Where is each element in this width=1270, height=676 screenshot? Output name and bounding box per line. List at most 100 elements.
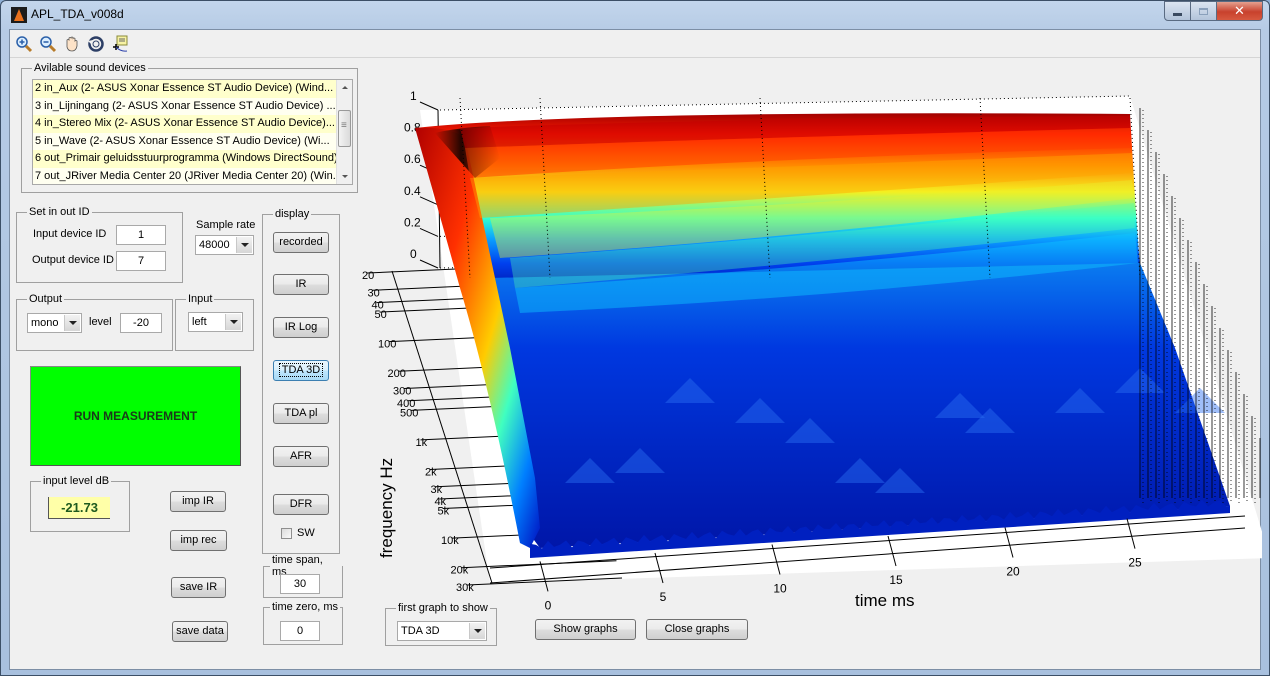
input-level-panel: input level dB -21.73 — [30, 475, 130, 532]
time-tick-label: 5 — [660, 590, 667, 604]
z-tick-label: 0.2 — [404, 215, 421, 229]
device-list-item[interactable]: 6 out_Primair geluidsstuurprogramma (Win… — [33, 150, 337, 168]
sound-devices-legend: Avilable sound devices — [34, 62, 146, 74]
chevron-down-icon — [236, 237, 252, 253]
zoom-in-button[interactable] — [14, 34, 34, 54]
display-tda-3d-button[interactable]: TDA 3D — [273, 360, 329, 381]
time-axis-label: time ms — [855, 591, 915, 610]
display-recorded-button[interactable]: recorded — [273, 232, 329, 253]
close-graphs-button[interactable]: Close graphs — [646, 619, 748, 640]
display-button-label: IR Log — [284, 321, 318, 333]
time-tick-label: 0 — [545, 598, 552, 610]
output-level-field[interactable]: -20 — [120, 313, 162, 333]
frequency-tick-label: 2k — [425, 466, 437, 478]
display-ir-button[interactable]: IR — [273, 274, 329, 295]
pan-button[interactable] — [62, 34, 82, 54]
close-button[interactable]: ✕ — [1217, 1, 1263, 21]
chevron-down-icon — [469, 623, 485, 639]
display-dfr-button[interactable]: DFR — [273, 494, 329, 515]
set-io-legend: Set in out ID — [29, 206, 90, 218]
frequency-tick-label: 200 — [387, 368, 405, 380]
frequency-tick-label: 300 — [393, 386, 411, 398]
input-channel-value: left — [192, 316, 207, 328]
run-measurement-label: RUN MEASUREMENT — [73, 409, 198, 423]
device-list-item[interactable]: 7 out_JRiver Media Center 20 (JRiver Med… — [33, 167, 337, 184]
z-tick-mark — [419, 101, 439, 111]
sample-rate-label: Sample rate — [196, 219, 256, 231]
sound-devices-listbox[interactable]: 2 in_Aux (2- ASUS Xonar Essence ST Audio… — [32, 79, 353, 185]
display-button-label: DFR — [289, 498, 313, 510]
input-channel-dropdown[interactable]: left — [188, 312, 243, 332]
z-tick-label: 1 — [410, 89, 417, 103]
first-graph-dropdown[interactable]: TDA 3D — [397, 621, 487, 641]
sw-label: SW — [297, 527, 315, 539]
save-ir-button[interactable]: save IR — [171, 577, 226, 598]
display-ir-log-button[interactable]: IR Log — [273, 317, 329, 338]
z-tick-mark — [419, 227, 439, 237]
sample-rate-dropdown[interactable]: 48000 — [195, 235, 254, 255]
input-legend: Input — [188, 293, 213, 305]
display-button-label: IR — [295, 278, 307, 290]
output-mode-value: mono — [31, 317, 59, 329]
zoom-out-icon — [40, 35, 57, 52]
save-data-button[interactable]: save data — [172, 621, 228, 642]
time-zero-field[interactable]: 0 — [280, 621, 320, 641]
run-measurement-button[interactable]: RUN MEASUREMENT — [30, 366, 241, 466]
device-list-item[interactable]: 2 in_Aux (2- ASUS Xonar Essence ST Audio… — [33, 80, 337, 98]
maximize-icon — [1199, 7, 1208, 15]
rotate-3d-icon — [88, 35, 104, 52]
time-span-field[interactable]: 30 — [280, 574, 320, 594]
zoom-out-button[interactable] — [38, 34, 58, 54]
display-button-label: AFR — [290, 450, 312, 462]
window-title: APL_TDA_v008d — [31, 7, 124, 21]
device-list-item[interactable]: 3 in_Lijningang (2- ASUS Xonar Essence S… — [33, 97, 337, 115]
sw-checkbox[interactable] — [281, 528, 292, 539]
frequency-tick-label: 5k — [437, 506, 449, 518]
frequency-axis-label: frequency Hz — [377, 458, 396, 558]
pan-hand-icon — [66, 36, 78, 51]
output-legend: Output — [29, 293, 63, 305]
output-device-id-field[interactable]: 7 — [116, 251, 166, 271]
rotate-3d-button[interactable] — [86, 34, 106, 54]
time-tick-label: 20 — [1006, 564, 1020, 578]
figure-toolbar — [10, 30, 1260, 58]
minimize-button[interactable] — [1164, 1, 1191, 21]
frequency-tick-label: 500 — [400, 407, 418, 419]
z-tick-label: 0.6 — [404, 152, 421, 166]
show-graphs-button[interactable]: Show graphs — [535, 619, 636, 640]
display-legend: display — [275, 208, 310, 220]
display-afr-button[interactable]: AFR — [273, 446, 329, 467]
sample-rate-value: 48000 — [199, 239, 230, 251]
chevron-down-icon — [64, 315, 80, 331]
frequency-tick-label: 20 — [362, 270, 374, 282]
output-device-id-label: Output device ID — [32, 254, 114, 266]
device-list-item[interactable]: 5 in_Wave (2- ASUS Xonar Essence ST Audi… — [33, 132, 337, 150]
output-mode-dropdown[interactable]: mono — [27, 313, 82, 333]
display-tda-pl-button[interactable]: TDA pl — [273, 403, 329, 424]
input-device-id-field[interactable]: 1 — [116, 225, 166, 245]
z-tick-label: 0 — [410, 247, 417, 261]
input-level-legend: input level dB — [43, 475, 110, 487]
import-recording-button[interactable]: imp rec — [170, 530, 227, 551]
import-ir-button[interactable]: imp IR — [170, 491, 226, 512]
data-cursor-icon — [113, 35, 128, 52]
frequency-tick-label: 30k — [456, 582, 474, 594]
waterfall-3d-plot[interactable]: 00.20.40.60.81203040501002003004005001k2… — [340, 88, 1262, 610]
minimize-icon — [1173, 12, 1182, 16]
close-icon: ✕ — [1234, 3, 1245, 19]
input-level-display: -21.73 — [48, 497, 110, 519]
frequency-tick-label: 3k — [431, 484, 443, 496]
frequency-tick-label: 100 — [378, 339, 396, 351]
maximize-button[interactable] — [1191, 1, 1217, 21]
time-zero-legend: time zero, ms — [272, 601, 339, 613]
frequency-tick-label: 20k — [450, 565, 468, 577]
time-tick-label: 10 — [773, 581, 787, 595]
data-cursor-button[interactable] — [110, 34, 130, 54]
first-graph-value: TDA 3D — [401, 625, 440, 637]
title-bar[interactable]: APL_TDA_v008d ✕ — [1, 1, 1269, 29]
device-list-item[interactable]: 4 in_Stereo Mix (2- ASUS Xonar Essence S… — [33, 115, 337, 133]
input-device-id-label: Input device ID — [33, 228, 107, 240]
chevron-down-icon — [225, 314, 241, 330]
z-tick-label: 0.4 — [404, 184, 421, 198]
display-button-label: recorded — [279, 236, 323, 248]
